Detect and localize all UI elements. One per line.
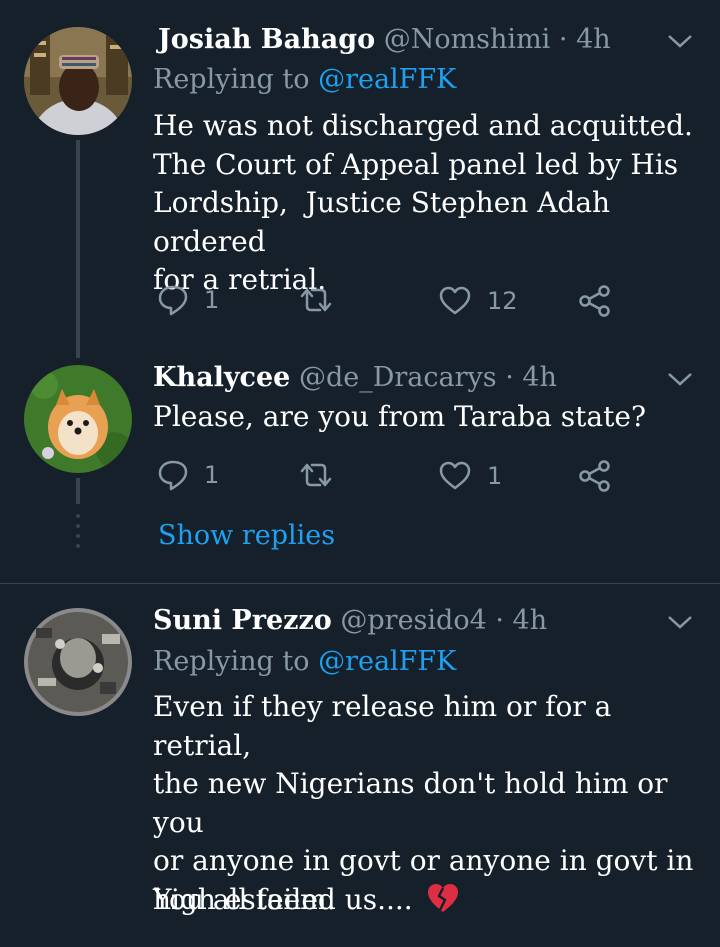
show-replies-link[interactable]: Show replies	[158, 520, 335, 551]
like-count: 12	[487, 287, 518, 315]
avatar[interactable]	[24, 27, 132, 135]
share-button[interactable]	[578, 285, 612, 317]
display-name[interactable]: Suni Prezzo	[153, 605, 332, 636]
like-button[interactable]: 1	[439, 461, 502, 491]
divider	[0, 583, 720, 584]
reply-count: 1	[204, 286, 220, 314]
display-name[interactable]: Josiah Bahago	[158, 24, 375, 55]
retweet-button[interactable]	[298, 286, 350, 314]
retweet-icon	[300, 463, 332, 487]
timestamp[interactable]: · 4h	[559, 24, 611, 55]
timestamp[interactable]: · 4h	[505, 362, 557, 393]
reply-button[interactable]: 1	[158, 459, 219, 491]
avatar[interactable]	[24, 608, 132, 716]
chevron-down-icon[interactable]	[666, 32, 694, 50]
user-handle[interactable]: @presido4	[340, 605, 486, 636]
thread-line	[76, 140, 80, 358]
tweet-text: He was not discharged and acquitted. The…	[153, 109, 693, 296]
chevron-down-icon[interactable]	[666, 613, 694, 631]
reply-icon	[158, 460, 188, 491]
reply-button[interactable]: 1	[158, 284, 219, 316]
tweet-header: Josiah Bahago @Nomshimi · 4h	[158, 24, 611, 55]
replying-to-link[interactable]: @realFFK	[318, 64, 456, 95]
tweet-header: Khalycee @de_Dracarys · 4h	[153, 362, 557, 393]
user-handle[interactable]: @de_Dracarys	[299, 362, 497, 393]
timestamp[interactable]: · 4h	[495, 605, 547, 636]
user-handle[interactable]: @Nomshimi	[384, 24, 551, 55]
reply-count: 1	[204, 461, 220, 489]
like-button[interactable]: 12	[439, 286, 518, 316]
like-count: 1	[487, 462, 503, 490]
share-icon	[579, 285, 610, 317]
avatar[interactable]	[24, 365, 132, 473]
thread-line	[76, 478, 80, 504]
broken-heart-emoji	[426, 882, 460, 921]
share-button[interactable]	[578, 460, 612, 492]
replying-prefix: Replying to	[153, 64, 319, 95]
retweet-icon	[300, 288, 332, 312]
display-name[interactable]: Khalycee	[153, 362, 290, 393]
chevron-down-icon[interactable]	[666, 370, 694, 388]
share-icon	[579, 460, 610, 492]
replying-to: Replying to @realFFK	[153, 646, 456, 677]
like-icon	[439, 461, 471, 490]
retweet-button[interactable]	[298, 461, 350, 489]
tweet-text: Please, are you from Taraba state?	[153, 400, 646, 433]
replying-prefix: Replying to	[153, 646, 319, 677]
tweet-text-part: You all failed us....	[153, 883, 413, 916]
tweet-text-last-line: You all failed us....	[153, 882, 460, 921]
like-icon	[439, 286, 471, 315]
reply-icon	[158, 285, 188, 316]
replying-to-link[interactable]: @realFFK	[318, 646, 456, 677]
replying-to: Replying to @realFFK	[153, 64, 456, 95]
tweet-header: Suni Prezzo @presido4 · 4h	[153, 605, 547, 636]
